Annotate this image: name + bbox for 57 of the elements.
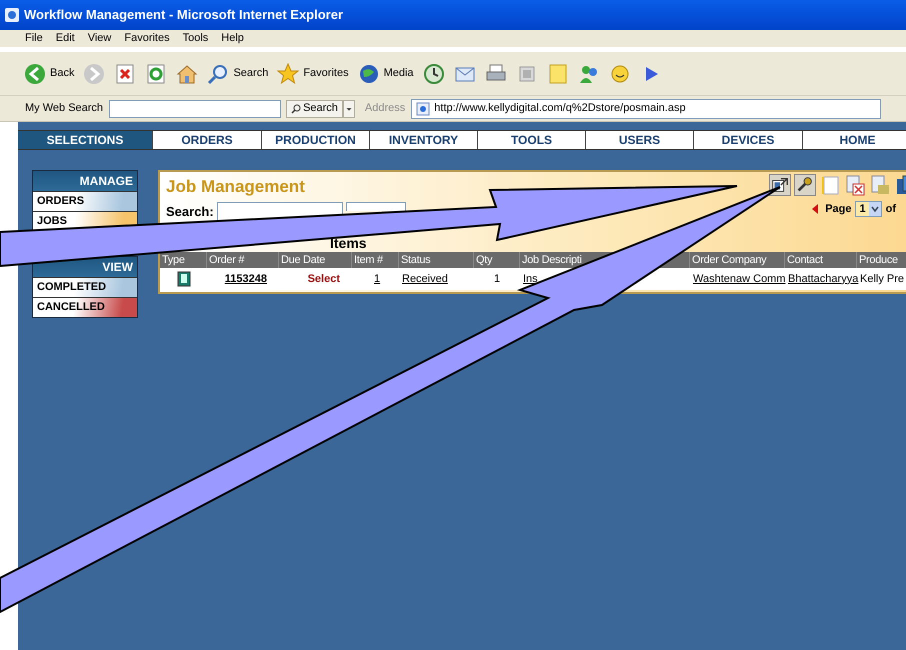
section-title: Items [330,235,367,251]
back-button[interactable]: Back [24,58,74,88]
address-label: Address [364,101,406,116]
refresh-icon[interactable] [145,62,168,84]
menu-item[interactable]: Edit [56,30,75,47]
note-icon[interactable] [546,62,569,84]
page-total: of [886,202,896,217]
panel-title: Job Management [166,176,306,198]
menu-item[interactable]: File [25,30,43,47]
nav-tab[interactable]: SELECTIONS [18,131,153,149]
table-link[interactable]: 1 [374,272,380,285]
page-label: Page [825,202,852,217]
order-number-link[interactable]: 1153248 [207,270,279,288]
sidebar-item[interactable]: COMPLETED [33,277,137,297]
web-search-label: My Web Search [25,101,104,116]
job-type-icon [176,271,190,287]
edit-document-icon [869,174,891,196]
table-link[interactable]: Washtenaw Comm [693,272,786,285]
delete-document-icon [844,174,866,196]
dropdown-caret-icon[interactable] [342,100,355,118]
favorites-button[interactable]: Favorites [277,58,349,88]
window-title: Workflow Management - Microsoft Internet Explorer [24,6,344,24]
media-button[interactable]: Media [358,58,414,88]
globe-icon [358,62,380,84]
web-search-button[interactable]: Search [286,100,343,118]
search-icon [291,104,302,114]
menu-item[interactable]: Help [221,30,244,47]
table-cell-text: Kelly Pre [859,272,906,287]
home-icon[interactable] [176,62,198,84]
smiley-icon[interactable] [608,62,631,84]
select-link[interactable]: Select [279,270,352,288]
page-select[interactable]: 1 [855,201,882,218]
stop-icon[interactable] [114,62,136,84]
page-icon [416,102,430,116]
export-button[interactable] [769,174,791,196]
sidebar-header: MANAGE [33,171,137,191]
sidebar-item[interactable]: CANCELLED [33,297,137,317]
star-icon [277,62,300,84]
ie-logo-icon [4,7,20,23]
table-link[interactable]: Ins [523,272,538,285]
search-button[interactable]: Search [207,58,268,88]
table-link[interactable]: Received [402,272,448,285]
menu-item[interactable]: Favorites [124,30,170,47]
web-search-field[interactable] [109,100,282,118]
sidebar-item[interactable]: ORDERS [33,191,137,211]
notepad-icon [819,174,841,196]
search-label: Search: [166,202,214,220]
clock-icon[interactable] [422,62,445,84]
previous-page-icon[interactable] [811,203,820,216]
menu-item[interactable]: Tools [182,30,208,47]
search-icon [207,62,230,84]
menu-item[interactable]: View [88,30,112,47]
table-cell-text: 1 [492,272,502,287]
wrench-button[interactable] [794,174,816,196]
table-link[interactable]: Bhattacharyya [788,272,858,285]
address-field[interactable]: http://www.kellydigital.com/q%2Dstore/posmain.asp [411,98,881,118]
search-option-field[interactable] [346,202,406,210]
